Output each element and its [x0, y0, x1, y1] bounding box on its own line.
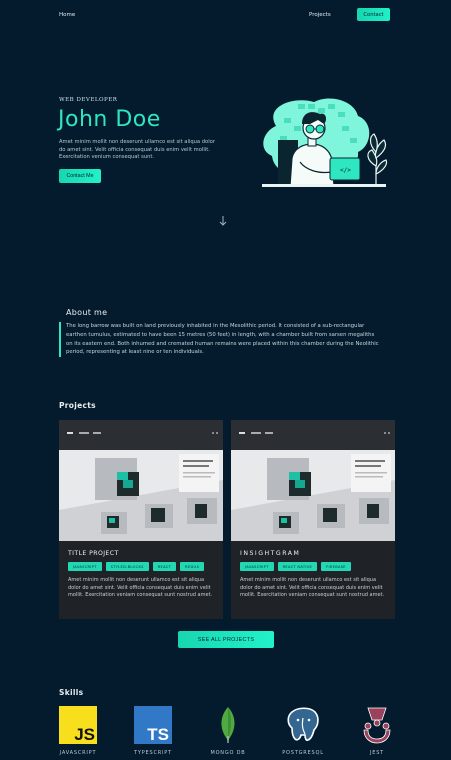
nav-contact-button[interactable]: Contact: [357, 8, 390, 21]
tag: STYLED-BLOCKS: [105, 562, 149, 571]
tag: FIREBASE: [321, 562, 351, 571]
nav-home-link[interactable]: Home: [59, 12, 75, 18]
project-screenshot: [231, 420, 395, 541]
hero-kicker: WEB DEVELOPER: [59, 97, 118, 103]
svg-text:JS: JS: [74, 725, 95, 744]
skill-label: JAVASCRIPT: [59, 750, 97, 756]
projects-title: Projects: [59, 401, 96, 410]
typescript-logo-icon: TS: [134, 706, 172, 744]
skill-javascript: JS JAVASCRIPT: [48, 706, 108, 760]
hero-description: Amet minim mollit non deserunt ullamco e…: [59, 139, 215, 160]
skill-mongodb: MONGO DB: [198, 706, 258, 760]
hero-name: John Doe: [58, 107, 161, 132]
portfolio-page: Home Projects Contact WEB DEVELOPER John…: [0, 0, 451, 760]
project-description: Amet minim mollit non deserunt ullamco e…: [68, 577, 213, 599]
skill-typescript: TS TYPESCRIPT: [123, 706, 183, 760]
top-nav: Home Projects Contact: [0, 0, 451, 30]
postgresql-logo-icon: [287, 707, 319, 741]
project-screenshot: [59, 420, 223, 541]
tag: REACT: [152, 562, 177, 571]
tag: JAVASCRIPT: [240, 562, 274, 571]
tag: REACT NATIVE: [277, 562, 318, 571]
project-tags: JAVASCRIPT STYLED-BLOCKS REACT REDUX: [68, 562, 205, 571]
mongodb-logo-icon: [221, 707, 235, 743]
skill-label: MONGO DB: [210, 750, 246, 756]
project-title: INSIGHTGRAM: [240, 550, 301, 557]
skill-label: TYPESCRIPT: [134, 750, 172, 756]
tag: JAVASCRIPT: [68, 562, 102, 571]
jest-logo-icon: [363, 707, 391, 744]
skill-label: JEST: [369, 750, 385, 756]
skill-label: POSTGRESQL: [282, 750, 324, 756]
about-body: The long barrow was built on land previo…: [59, 322, 381, 358]
skill-jest: JEST: [347, 706, 407, 760]
tag: REDUX: [180, 562, 205, 571]
project-card[interactable]: INSIGHTGRAM JAVASCRIPT REACT NATIVE FIRE…: [231, 420, 395, 619]
arrow-down-icon[interactable]: [216, 214, 230, 228]
javascript-logo-icon: JS: [59, 706, 97, 744]
project-card[interactable]: TITLE PROJECT JAVASCRIPT STYLED-BLOCKS R…: [59, 420, 223, 619]
svg-text:</>: </>: [340, 167, 351, 174]
about-title: About me: [66, 308, 108, 317]
project-description: Amet minim mollit non deserunt ullamco e…: [240, 577, 385, 599]
developer-illustration: </>: [262, 98, 388, 187]
see-all-projects-button[interactable]: SEE ALL PROJECTS: [178, 631, 274, 648]
project-title: TITLE PROJECT: [68, 550, 119, 557]
contact-me-button[interactable]: Contact Me: [59, 169, 101, 183]
svg-text:TS: TS: [147, 725, 169, 744]
nav-projects-link[interactable]: Projects: [309, 12, 331, 18]
project-tags: JAVASCRIPT REACT NATIVE FIREBASE: [240, 562, 351, 571]
skill-postgresql: POSTGRESQL: [273, 706, 333, 760]
skills-title: Skills: [59, 688, 84, 697]
